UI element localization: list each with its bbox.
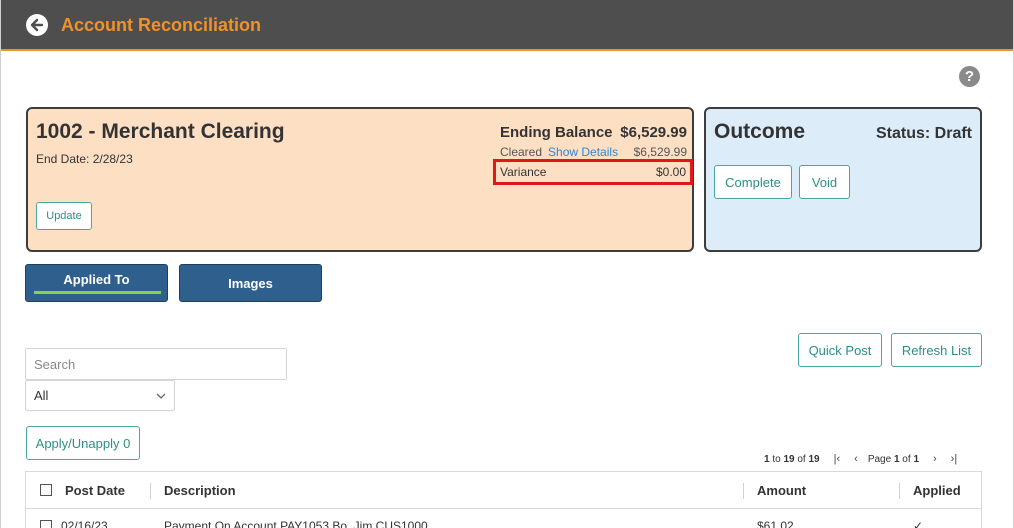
outcome-card: Outcome Status: Draft Complete Void — [704, 107, 982, 252]
col-amount[interactable]: Amount — [757, 483, 806, 498]
col-description[interactable]: Description — [164, 483, 236, 498]
page-title: Account Reconciliation — [61, 15, 262, 35]
ending-balance-label: Ending Balance — [500, 124, 613, 141]
quick-post-button[interactable]: Quick Post — [798, 333, 882, 367]
chevron-down-icon — [156, 393, 166, 399]
row-checkbox[interactable] — [40, 520, 52, 528]
help-icon[interactable]: ? — [959, 66, 980, 87]
page-word: Page — [867, 453, 894, 465]
back-arrow-circle-icon[interactable] — [26, 14, 48, 36]
range-total: 19 — [808, 453, 820, 465]
range-of: of — [794, 453, 809, 465]
pagination: 1 to 19 of 19 |‹ ‹ Page 1 of 1 › ›| — [764, 451, 957, 467]
tab-applied-to[interactable]: Applied To — [25, 264, 168, 302]
column-divider — [150, 483, 151, 499]
range-end: 19 — [783, 453, 795, 465]
page: Account Reconciliation ? 1002 - Merchant… — [0, 0, 1014, 528]
range-to: to — [769, 453, 784, 465]
variance-value: $0.00 — [655, 165, 686, 179]
page-total: 1 — [913, 453, 919, 465]
ending-balance-value: $6,529.99 — [620, 124, 687, 141]
filter-selected-value: All — [34, 388, 49, 403]
account-summary-card: 1002 - Merchant Clearing End Date: 2/28/… — [26, 107, 694, 252]
select-all-checkbox[interactable] — [40, 484, 52, 496]
prev-page-icon[interactable]: ‹ — [854, 453, 858, 465]
cleared-label-group: Cleared Show Details — [500, 145, 618, 159]
col-applied[interactable]: Applied — [913, 483, 961, 498]
complete-button[interactable]: Complete — [714, 165, 792, 199]
row-description: Payment On Account PAY1053 Bo, Jim CUS10… — [164, 519, 428, 528]
header-bar: Account Reconciliation — [1, 0, 1013, 51]
refresh-list-button[interactable]: Refresh List — [891, 333, 982, 367]
active-tab-indicator — [34, 291, 161, 294]
balance-block: Ending Balance $6,529.99 Cleared Show Det… — [500, 124, 687, 159]
row-post-date: 02/16/23 — [61, 519, 108, 528]
tab-images[interactable]: Images — [179, 264, 322, 302]
row-applied-check-icon: ✓ — [913, 519, 924, 528]
column-divider — [899, 483, 900, 499]
table-header: Post Date Description Amount Applied — [26, 472, 981, 509]
show-details-link[interactable]: Show Details — [548, 145, 618, 159]
variance-label: Variance — [500, 165, 547, 179]
first-page-icon[interactable]: |‹ — [834, 453, 841, 465]
tab-applied-to-label: Applied To — [63, 271, 130, 287]
cleared-value: $6,529.99 — [633, 145, 687, 159]
update-button[interactable]: Update — [36, 202, 92, 230]
row-amount: $61.02 — [757, 519, 794, 528]
end-date: End Date: 2/28/23 — [36, 152, 133, 166]
account-name: 1002 - Merchant Clearing — [36, 120, 285, 143]
status-text: Status: Draft — [875, 125, 972, 142]
tab-images-label: Images — [228, 275, 273, 291]
void-button[interactable]: Void — [799, 165, 850, 199]
page-of: of — [899, 453, 914, 465]
ending-balance-row: Ending Balance $6,529.99 — [500, 124, 687, 141]
cleared-label: Cleared — [500, 145, 543, 159]
cleared-row: Cleared Show Details $6,529.99 — [500, 145, 687, 159]
search-input[interactable] — [25, 348, 287, 380]
transactions-table: Post Date Description Amount Applied 02/… — [25, 471, 982, 528]
table-row[interactable]: 02/16/23 Payment On Account PAY1053 Bo, … — [26, 510, 981, 528]
outcome-title: Outcome — [714, 120, 806, 143]
back-arrow-glyph — [30, 18, 44, 32]
last-page-icon[interactable]: ›| — [951, 453, 958, 465]
column-divider — [743, 483, 744, 499]
apply-unapply-button[interactable]: Apply/Unapply 0 — [26, 426, 140, 460]
col-post-date[interactable]: Post Date — [65, 483, 125, 498]
variance-row: Variance $0.00 — [493, 159, 693, 185]
filter-dropdown[interactable]: All — [25, 380, 175, 411]
next-page-icon[interactable]: › — [933, 453, 937, 465]
